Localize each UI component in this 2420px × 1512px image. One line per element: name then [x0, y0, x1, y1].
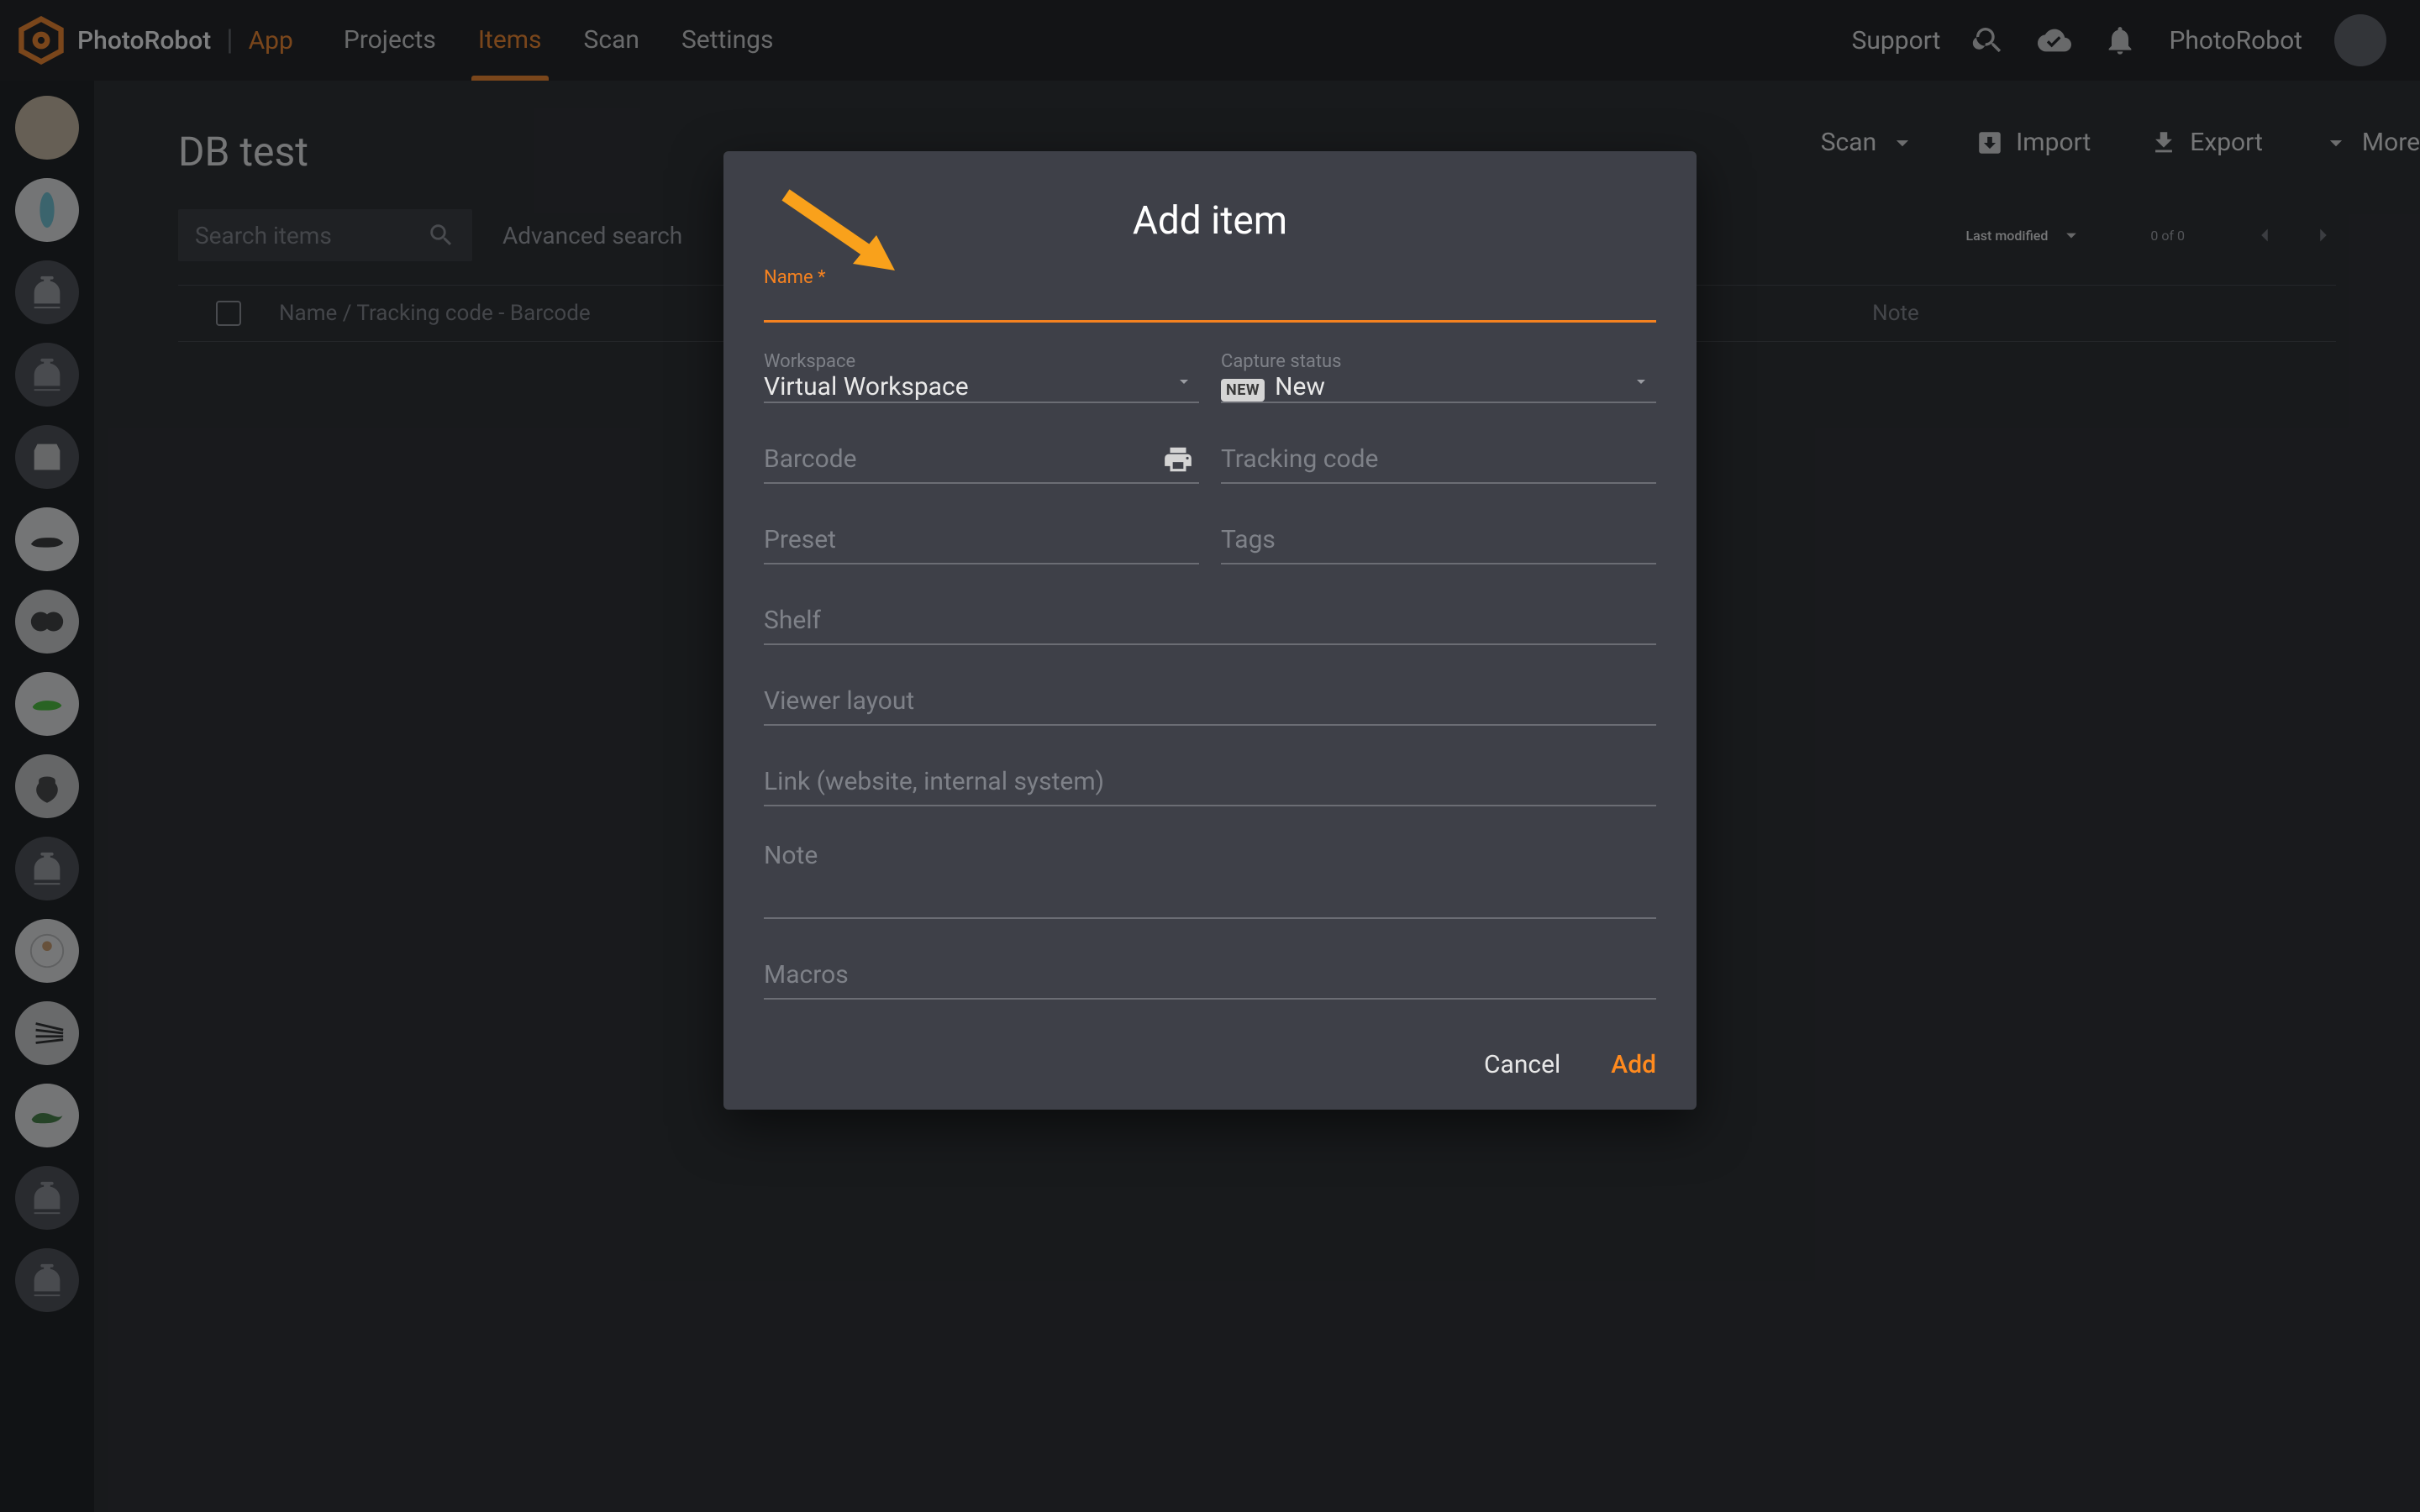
link-field[interactable]: Link (website, internal system): [764, 758, 1656, 806]
barcode-placeholder: Barcode: [764, 444, 857, 474]
workspace-value: Virtual Workspace: [764, 372, 969, 402]
shelf-placeholder: Shelf: [764, 606, 821, 635]
preset-placeholder: Preset: [764, 525, 836, 554]
tracking-code-field[interactable]: Tracking code: [1221, 435, 1656, 484]
workspace-select[interactable]: Workspace Virtual Workspace: [764, 354, 1199, 403]
print-icon[interactable]: [1162, 444, 1194, 475]
tags-placeholder: Tags: [1221, 525, 1276, 554]
chevron-down-icon: [1174, 371, 1194, 391]
note-placeholder: Note: [764, 841, 818, 870]
tracking-code-placeholder: Tracking code: [1221, 444, 1378, 474]
preset-field[interactable]: Preset: [764, 516, 1199, 564]
macros-placeholder: Macros: [764, 960, 849, 990]
status-badge: NEW: [1221, 379, 1265, 402]
macros-field[interactable]: Macros: [764, 951, 1656, 1000]
name-label: Name *: [764, 267, 826, 288]
dialog-actions: Cancel Add: [764, 1050, 1656, 1079]
dialog-title: Add item: [764, 198, 1656, 244]
add-item-dialog: Add item Name * Workspace Virtual Worksp…: [723, 151, 1697, 1110]
capture-status-select[interactable]: Capture status NEW New: [1221, 354, 1656, 403]
shelf-field[interactable]: Shelf: [764, 596, 1656, 645]
name-field[interactable]: Name *: [764, 274, 1656, 323]
link-placeholder: Link (website, internal system): [764, 767, 1104, 796]
modal-overlay: Add item Name * Workspace Virtual Worksp…: [0, 0, 2420, 1512]
viewer-layout-placeholder: Viewer layout: [764, 686, 914, 716]
barcode-field[interactable]: Barcode: [764, 435, 1199, 484]
add-button[interactable]: Add: [1611, 1050, 1656, 1079]
capture-status-value: New: [1275, 372, 1325, 402]
tags-field[interactable]: Tags: [1221, 516, 1656, 564]
note-field[interactable]: Note: [764, 838, 1656, 919]
capture-status-label: Capture status: [1221, 351, 1342, 372]
viewer-layout-field[interactable]: Viewer layout: [764, 677, 1656, 726]
workspace-label: Workspace: [764, 351, 855, 372]
chevron-down-icon: [1631, 371, 1651, 391]
cancel-button[interactable]: Cancel: [1484, 1050, 1560, 1079]
